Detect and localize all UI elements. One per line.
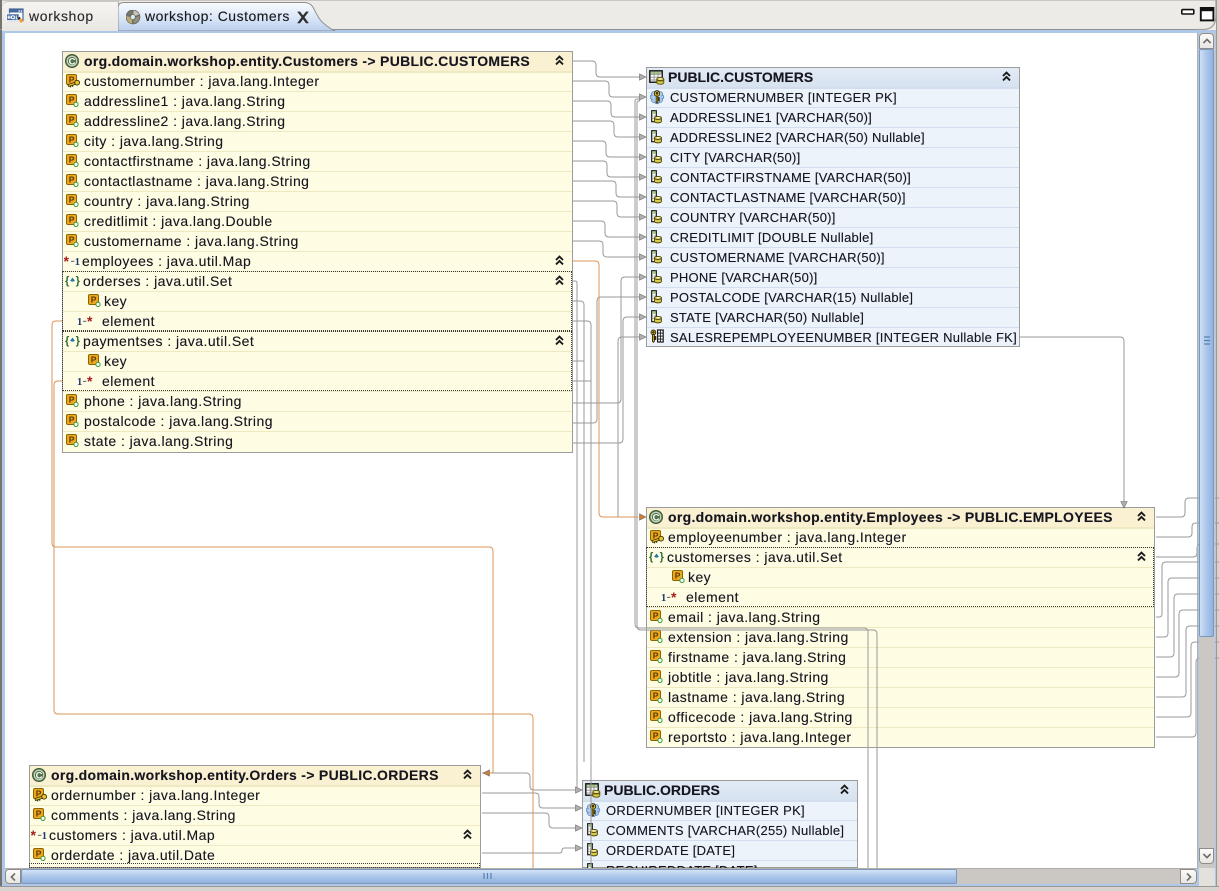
svg-text:1: 1: [75, 257, 80, 268]
svg-text:C: C: [69, 56, 76, 67]
svg-text:*: *: [64, 255, 70, 269]
svg-text:1: 1: [42, 831, 47, 842]
svg-text:C: C: [36, 770, 43, 781]
svg-text:C: C: [653, 512, 660, 523]
svg-text:*: *: [31, 829, 37, 843]
